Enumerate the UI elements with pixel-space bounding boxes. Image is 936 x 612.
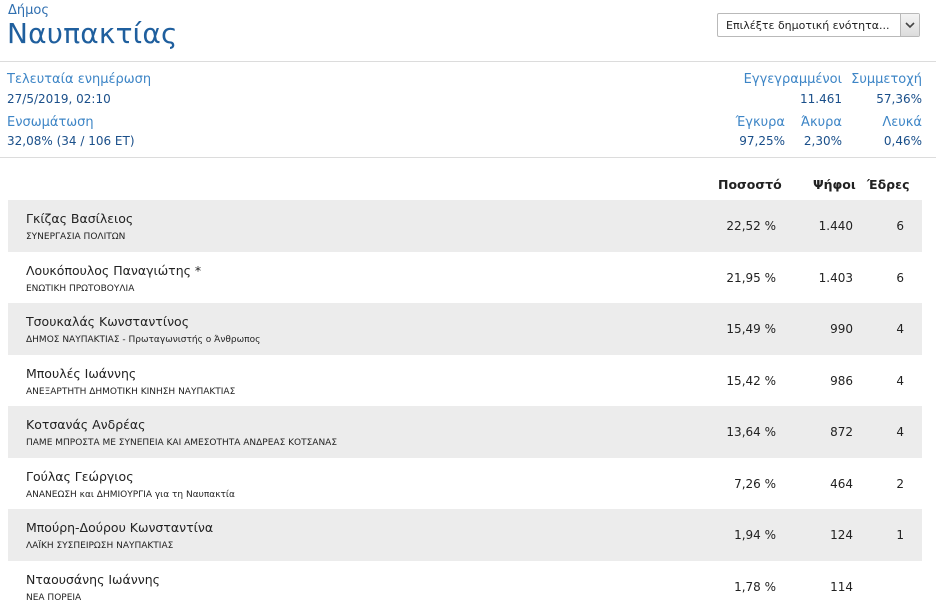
participation-value: 57,36%	[876, 92, 922, 106]
table-row: Γκίζας Βασίλειος ΣΥΝΕΡΓΑΣΙΑ ΠΟΛΙΤΩΝ 22,52 …	[8, 200, 922, 252]
vote-count: 986	[830, 374, 853, 388]
party-name: ΝΕΑ ΠΟΡΕΙΑ	[26, 593, 81, 603]
candidate-name: Κοτσανάς Ανδρέας	[26, 417, 146, 432]
select-arrow-button[interactable]	[900, 14, 919, 36]
seat-count: 1	[896, 528, 904, 542]
party-name: ΔΗΜΟΣ ΝΑΥΠΑΚΤΙΑΣ - Πρωταγωνιστής ο Άνθρω…	[26, 335, 260, 345]
column-header-votes: Ψήφοι	[813, 177, 856, 192]
seat-count: 4	[896, 322, 904, 336]
vote-percent: 7,26 %	[734, 477, 776, 491]
chevron-down-icon	[905, 21, 915, 29]
party-name: ΕΝΩΤΙΚΗ ΠΡΩΤΟΒΟΥΛΙΑ	[26, 284, 134, 294]
table-row: Μπούρη-Δούρου Κωνσταντίνα ΛΑΪΚΗ ΣΥΣΠΕΙΡΩΣ…	[8, 509, 922, 561]
page-header: Δήμος Ναυπακτίας Επιλέξτε δημοτική ενότη…	[0, 0, 936, 62]
integration-label: Ενσωμάτωση	[7, 115, 94, 130]
vote-percent: 1,78 %	[734, 580, 776, 594]
party-name: ΠΑΜΕ ΜΠΡΟΣΤΑ ΜΕ ΣΥΝΕΠΕΙΑ ΚΑΙ ΑΜΕΣΟΤΗΤΑ Α…	[26, 438, 337, 448]
vote-count: 1.403	[819, 271, 853, 285]
page-title: Ναυπακτίας	[7, 17, 178, 50]
table-row: Λουκόπουλος Παναγιώτης * ΕΝΩΤΙΚΗ ΠΡΩΤΟΒΟΥ…	[8, 252, 922, 304]
registered-value: 11.461	[800, 92, 842, 106]
vote-percent: 1,94 %	[734, 528, 776, 542]
last-update-label: Τελευταία ενημέρωση	[7, 72, 151, 87]
summary-stats: Τελευταία ενημέρωση 27/5/2019, 02:10 Ενσ…	[0, 62, 936, 158]
party-name: ΑΝΑΝΕΩΣΗ και ΔΗΜΙΟΥΡΓΙΑ για τη Ναυπακτία	[26, 490, 235, 500]
valid-value: 97,25%	[739, 134, 785, 148]
vote-percent: 15,42 %	[726, 374, 776, 388]
party-name: ΣΥΝΕΡΓΑΣΙΑ ΠΟΛΙΤΩΝ	[26, 232, 125, 242]
valid-label: Έγκυρα	[736, 115, 785, 130]
seat-count: 6	[896, 271, 904, 285]
vote-percent: 22,52 %	[726, 219, 776, 233]
vote-count: 872	[830, 425, 853, 439]
table-row: Γούλας Γεώργιος ΑΝΑΝΕΩΣΗ και ΔΗΜΙΟΥΡΓΙΑ γ…	[8, 458, 922, 510]
registered-label: Εγγεγραμμένοι	[744, 72, 842, 87]
candidate-name: Μπουλές Ιωάννης	[26, 366, 136, 381]
candidate-name: Μπούρη-Δούρου Κωνσταντίνα	[26, 520, 213, 535]
blank-value: 0,46%	[884, 134, 922, 148]
vote-count: 990	[830, 322, 853, 336]
vote-percent: 15,49 %	[726, 322, 776, 336]
seat-count: 4	[896, 425, 904, 439]
select-value: Επιλέξτε δημοτική ενότητα...	[726, 19, 889, 32]
last-update-value: 27/5/2019, 02:10	[7, 92, 111, 106]
candidate-name: Νταουσάνης Ιωάννης	[26, 572, 160, 587]
vote-count: 1.440	[819, 219, 853, 233]
participation-label: Συμμετοχή	[851, 72, 922, 87]
party-name: ΑΝΕΞΑΡΤΗΤΗ ΔΗΜΟΤΙΚΗ ΚΙΝΗΣΗ ΝΑΥΠΑΚΤΙΑΣ	[26, 387, 235, 397]
municipal-unit-select[interactable]: Επιλέξτε δημοτική ενότητα...	[717, 13, 920, 37]
table-row: Τσουκαλάς Κωνσταντίνος ΔΗΜΟΣ ΝΑΥΠΑΚΤΙΑΣ -…	[8, 303, 922, 355]
vote-count: 464	[830, 477, 853, 491]
integration-value: 32,08% (34 / 106 ΕΤ)	[7, 134, 135, 148]
candidate-name: Γούλας Γεώργιος	[26, 469, 134, 484]
candidate-name: Λουκόπουλος Παναγιώτης *	[26, 263, 201, 278]
table-row: Μπουλές Ιωάννης ΑΝΕΞΑΡΤΗΤΗ ΔΗΜΟΤΙΚΗ ΚΙΝΗΣ…	[8, 355, 922, 407]
party-name: ΛΑΪΚΗ ΣΥΣΠΕΙΡΩΣΗ ΝΑΥΠΑΚΤΙΑΣ	[26, 541, 173, 551]
vote-percent: 13,64 %	[726, 425, 776, 439]
table-row: Κοτσανάς Ανδρέας ΠΑΜΕ ΜΠΡΟΣΤΑ ΜΕ ΣΥΝΕΠΕΙΑ…	[8, 406, 922, 458]
candidate-name: Γκίζας Βασίλειος	[26, 211, 133, 226]
vote-count: 124	[830, 528, 853, 542]
invalid-value: 2,30%	[804, 134, 842, 148]
results-table-header: Ποσοστό Ψήφοι Έδρες	[0, 177, 936, 193]
table-row: Νταουσάνης Ιωάννης ΝΕΑ ΠΟΡΕΙΑ 1,78 % 114	[8, 561, 922, 612]
column-header-percent: Ποσοστό	[718, 177, 782, 192]
seat-count: 6	[896, 219, 904, 233]
results-table: Γκίζας Βασίλειος ΣΥΝΕΡΓΑΣΙΑ ΠΟΛΙΤΩΝ 22,52 …	[8, 200, 922, 612]
seat-count: 2	[896, 477, 904, 491]
invalid-label: Άκυρα	[801, 115, 842, 130]
column-header-seats: Έδρες	[867, 177, 909, 192]
blank-label: Λευκά	[882, 115, 922, 130]
seat-count: 4	[896, 374, 904, 388]
municipality-kicker: Δήμος	[8, 3, 49, 18]
candidate-name: Τσουκαλάς Κωνσταντίνος	[26, 314, 189, 329]
vote-count: 114	[830, 580, 853, 594]
vote-percent: 21,95 %	[726, 271, 776, 285]
